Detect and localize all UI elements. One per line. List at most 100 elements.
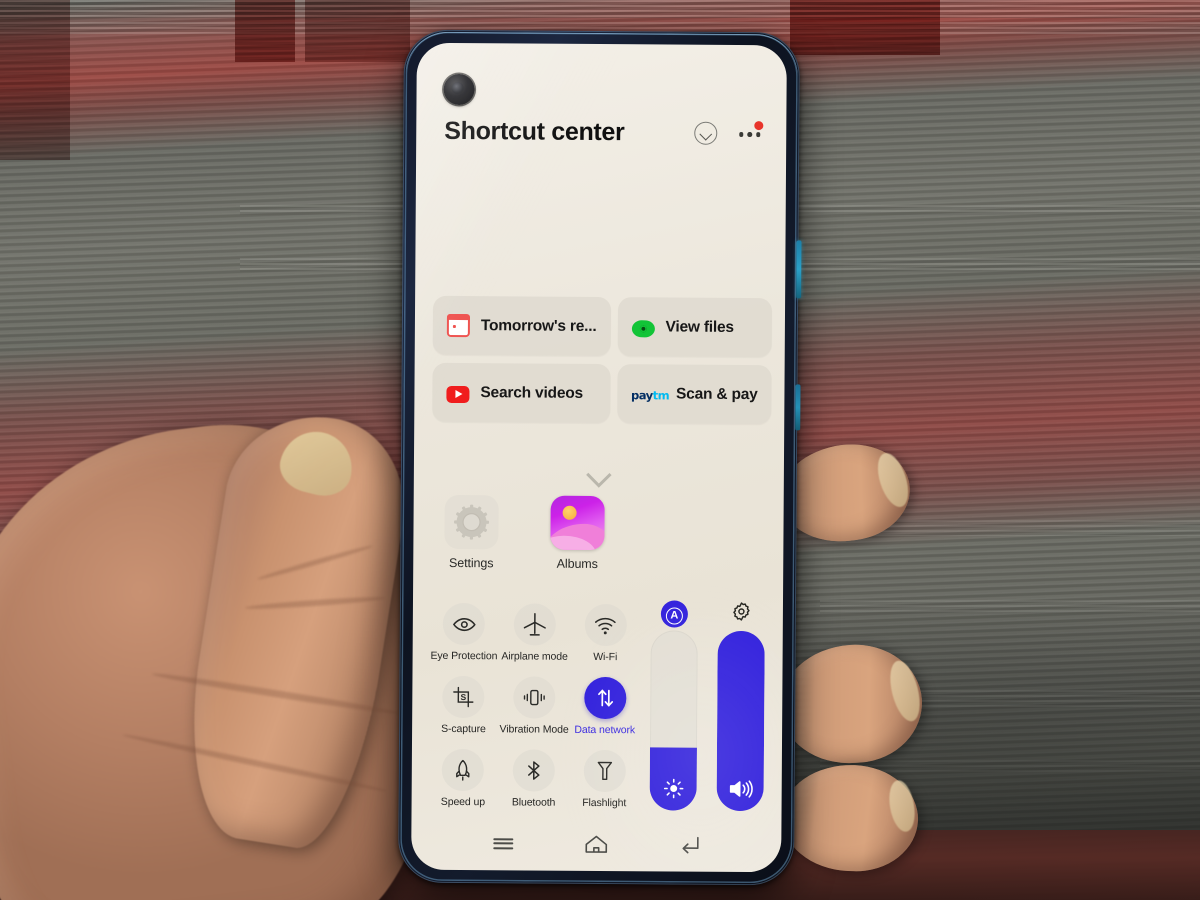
back-arrow-icon[interactable] [669,831,709,857]
eye-icon [631,319,655,337]
brightness-slider-column: A [649,596,698,811]
shortcut-card-scan-and-pay[interactable]: paytm Scan & pay [616,364,772,425]
toggle-label: Vibration Mode [499,723,569,736]
airplane-icon [523,612,546,636]
toggle-label: Wi-Fi [593,650,618,664]
bluetooth-icon [528,761,540,780]
front-camera-icon [443,73,475,106]
toggle-button[interactable] [513,603,556,646]
power-button[interactable] [796,240,802,299]
chevron-down-circle-icon[interactable] [693,121,717,145]
toggle-vibration-mode[interactable]: Vibration Mode [499,676,570,736]
paytm-logo-part2: tm [652,387,670,402]
toggle-airplane-mode[interactable]: Airplane mode [499,603,570,663]
photo-gallery-icon [550,495,605,551]
eye-icon [452,617,476,631]
toggle-data-network[interactable]: Data network [569,676,640,737]
volume-icon [717,778,764,800]
menu-line [493,842,514,845]
paytm-logo-part1: pay [630,387,653,402]
toggle-s-capture[interactable]: S S-capture [428,675,499,736]
toggle-wifi[interactable]: Wi-Fi [570,603,641,664]
toggle-button[interactable] [512,749,555,792]
carpet-red-band [0,0,70,160]
sun-shape [562,505,577,520]
wifi-icon [595,617,616,634]
brightness-slider[interactable] [649,630,698,811]
toggle-button[interactable] [584,603,627,647]
toggle-label: Flashlight [582,796,627,810]
toggle-button[interactable] [441,748,485,792]
volume-slider[interactable] [716,630,765,812]
more-horizontal-icon[interactable] [738,121,764,137]
slider-header: A [660,596,689,630]
screen-header: Shortcut center [416,107,786,158]
toggle-label: Eye Protection [430,649,498,663]
app-label: Settings [449,555,494,571]
gear-icon [444,494,499,550]
data-arrows-icon [597,689,613,707]
toggle-button[interactable] [583,676,627,720]
toggle-button[interactable] [443,602,486,646]
app-shortcut-row: Settings Albums [435,494,614,572]
auto-brightness-label: A [665,606,683,625]
toggle-label: Data network [574,723,636,737]
notification-badge [754,121,764,131]
more-dot [755,132,761,137]
navigation-bar [411,820,781,873]
toggle-flashlight[interactable]: Flashlight [569,749,640,810]
page-title: Shortcut center [444,116,625,146]
vibration-icon [523,689,545,706]
brightness-icon [650,777,697,799]
toggle-label: Bluetooth [511,796,556,809]
carpet-red-band [305,0,410,62]
auto-brightness-button[interactable]: A [660,599,689,628]
flashlight-icon [597,761,612,781]
header-actions [693,121,764,145]
toggle-button[interactable]: S [442,675,485,719]
app-item-albums[interactable]: Albums [541,495,614,572]
menu-line [493,837,514,840]
shortcut-card-view-files[interactable]: View files [617,297,773,358]
quick-toggle-grid: Eye Protection Airplane mode Wi-Fi S S-c… [428,602,641,810]
shortcut-label: Tomorrow's re... [480,316,597,335]
volume-slider-column [716,597,765,812]
youtube-icon [446,385,470,403]
toggle-eye-protection[interactable]: Eye Protection [429,602,500,663]
quick-settings-area: Eye Protection Airplane mode Wi-Fi S S-c… [412,595,784,817]
rocket-icon [456,759,470,781]
s-capture-icon: S [453,686,474,708]
carpet-red-band [790,0,940,55]
gear-icon[interactable] [730,600,753,628]
smartphone-device: Shortcut center Tomorrow's re... View fi… [398,29,802,886]
shortcut-card-search-videos[interactable]: Search videos [432,362,611,424]
shortcut-label: View files [665,317,734,336]
home-icon[interactable] [576,831,616,857]
calendar-icon [446,313,470,338]
toggle-label: Airplane mode [501,650,568,663]
phone-screen: Shortcut center Tomorrow's re... View fi… [411,42,787,873]
shortcut-label: Scan & pay [675,385,758,403]
toggle-bluetooth[interactable]: Bluetooth [498,749,569,809]
chevron-down-icon[interactable] [586,466,612,479]
toggle-speed-up[interactable]: Speed up [428,748,499,809]
photo-scene: Shortcut center Tomorrow's re... View fi… [0,0,1200,900]
toggle-label: S-capture [441,722,486,736]
app-item-settings[interactable]: Settings [435,494,508,571]
volume-rocker-button[interactable] [795,384,801,431]
toggle-button[interactable] [513,676,556,719]
shortcut-label: Search videos [480,383,584,402]
carpet-stripe [0,0,1200,18]
menu-lines-icon[interactable] [484,830,524,856]
menu-line [493,846,514,849]
more-dot [747,132,752,137]
carpet-red-band [235,0,295,62]
toggle-button[interactable] [583,749,626,793]
toggle-label: Speed up [440,795,486,809]
shortcut-card-grid: Tomorrow's re... View files Search video… [432,295,773,425]
shortcut-card-tomorrows-reminder[interactable]: Tomorrow's re... [432,295,611,357]
slider-header [730,597,753,631]
app-label: Albums [556,556,598,571]
more-dot [738,132,744,137]
paytm-icon: paytm [630,387,669,402]
